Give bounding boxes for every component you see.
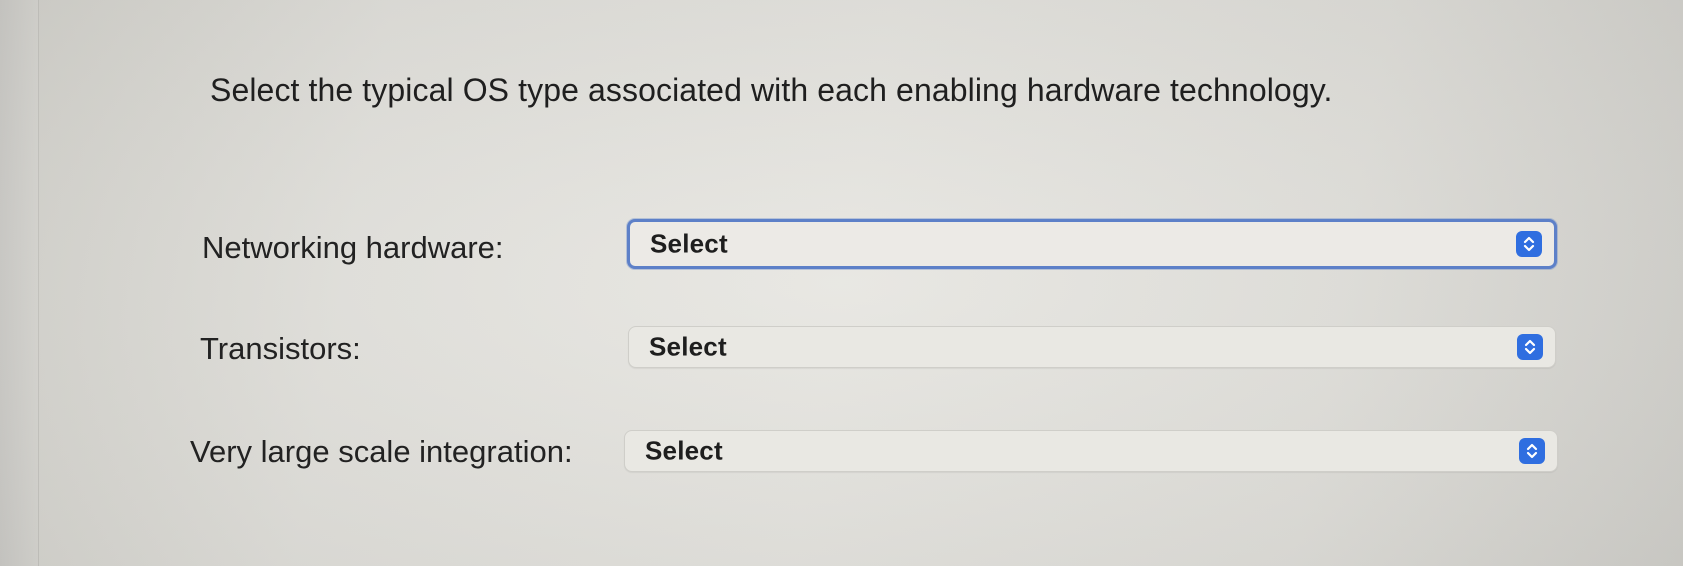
label-very-large-scale-integration: Very large scale integration: [190, 434, 573, 469]
select-value: Select [650, 228, 728, 259]
chevron-updown-icon [1516, 231, 1542, 257]
label-transistors: Transistors: [200, 331, 361, 366]
label-networking-hardware: Networking hardware: [202, 230, 504, 265]
chevron-updown-icon [1519, 438, 1545, 464]
select-value: Select [645, 435, 723, 466]
page-left-edge [0, 0, 39, 566]
select-value: Select [649, 331, 727, 362]
select-transistors[interactable]: Select [628, 326, 1556, 368]
question-text: Select the typical OS type associated wi… [210, 72, 1333, 108]
chevron-updown-icon [1517, 334, 1543, 360]
select-very-large-scale-integration[interactable]: Select [624, 430, 1558, 472]
select-networking-hardware[interactable]: Select [627, 219, 1557, 269]
